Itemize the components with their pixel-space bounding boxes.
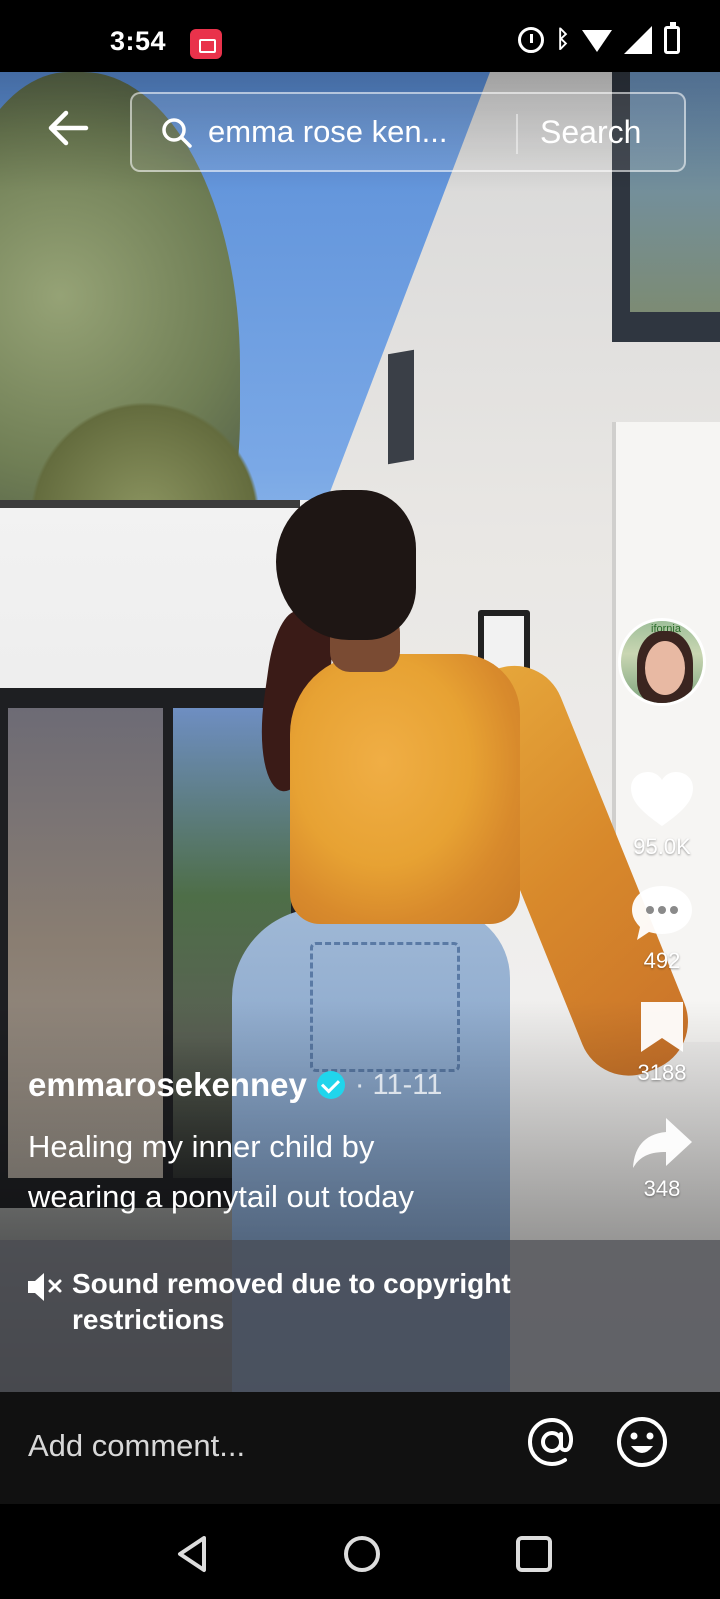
sound-removed-text: Sound removed due to copyright restricti… xyxy=(72,1266,511,1338)
caption-text[interactable]: Healing my inner child by wearing a pony… xyxy=(28,1122,608,1222)
caption-line-1: Healing my inner child by xyxy=(28,1129,375,1164)
search-bar[interactable]: emma rose ken... Search xyxy=(130,92,686,172)
speaker-muted-icon xyxy=(28,1273,62,1301)
search-divider xyxy=(516,114,518,154)
person-sweater xyxy=(290,654,520,924)
signal-icon xyxy=(624,26,652,54)
emoji-icon[interactable] xyxy=(614,1414,670,1470)
comment-input[interactable]: Add comment... xyxy=(28,1428,245,1464)
comment-bar: Add comment... xyxy=(0,1392,720,1504)
battery-icon xyxy=(664,22,680,54)
alarm-icon xyxy=(517,27,544,53)
sound-removed-banner: Sound removed due to copyright restricti… xyxy=(0,1240,720,1392)
back-button[interactable] xyxy=(40,100,96,156)
like-button[interactable]: 95.0K xyxy=(616,770,708,860)
heart-icon xyxy=(631,772,693,826)
arrow-left-icon xyxy=(48,110,89,146)
screen-record-icon xyxy=(190,29,222,59)
creator-username[interactable]: emmarosekenney xyxy=(28,1066,307,1104)
status-bar: 3:54 ᛒ xyxy=(0,0,720,72)
verified-badge-icon xyxy=(316,1071,345,1099)
search-button[interactable]: Search xyxy=(540,114,641,151)
roof-edge xyxy=(0,500,300,508)
house-slit-window xyxy=(388,349,414,465)
username-row: emmarosekenney · 11-11 xyxy=(28,1066,608,1104)
bluetooth-icon: ᛒ xyxy=(555,26,570,53)
wifi-icon xyxy=(582,30,612,52)
sound-removed-line-1: Sound removed due to copyright xyxy=(72,1268,511,1299)
comment-count: 492 xyxy=(643,948,681,973)
save-button[interactable]: 3188 xyxy=(616,998,708,1086)
comment-button[interactable]: 492 xyxy=(616,882,708,974)
status-time: 3:54 xyxy=(110,26,167,56)
search-input[interactable]: emma rose ken... xyxy=(208,114,447,150)
avatar-face xyxy=(645,641,685,695)
post-caption: emmarosekenney · 11-11 Healing my inner … xyxy=(28,1066,608,1222)
nav-recents-icon[interactable] xyxy=(512,1532,556,1576)
status-icons: ᛒ xyxy=(517,22,680,54)
nav-home-icon[interactable] xyxy=(340,1532,384,1576)
sound-removed-line-2: restrictions xyxy=(72,1304,225,1335)
share-button[interactable]: 348 xyxy=(616,1114,708,1202)
person-hair xyxy=(276,490,416,640)
at-mention-icon[interactable] xyxy=(524,1414,580,1470)
bookmark-icon xyxy=(641,1002,683,1052)
like-count: 95.0K xyxy=(633,834,691,859)
system-nav-bar xyxy=(0,1504,720,1599)
caption-line-2: wearing a ponytail out today xyxy=(28,1179,415,1214)
post-date: · 11-11 xyxy=(354,1068,443,1101)
nav-back-icon[interactable] xyxy=(170,1532,214,1576)
save-count: 3188 xyxy=(637,1060,687,1085)
comment-bubble-icon xyxy=(632,886,692,940)
search-icon xyxy=(162,118,192,148)
share-count: 348 xyxy=(643,1176,681,1201)
share-arrow-icon xyxy=(633,1118,692,1168)
creator-avatar[interactable]: ifornia xyxy=(618,618,706,706)
